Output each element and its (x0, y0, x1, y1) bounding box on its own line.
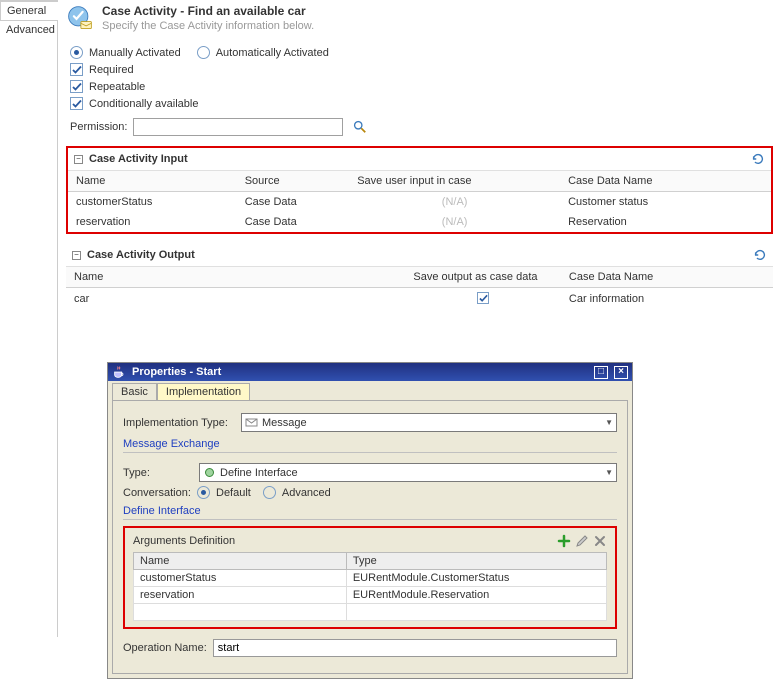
label-manual: Manually Activated (89, 47, 181, 59)
permission-input[interactable] (133, 118, 343, 136)
nav-advanced[interactable]: Advanced (0, 21, 57, 39)
refresh-output-icon[interactable] (753, 248, 767, 262)
col-source: Source (237, 171, 349, 192)
tab-basic[interactable]: Basic (112, 383, 157, 400)
checkbox-save-output[interactable] (477, 292, 489, 304)
table-row[interactable]: reservation Case Data (N/A) Reservation (68, 212, 771, 232)
page-title: Case Activity - Find an available car (102, 4, 314, 18)
table-row[interactable]: reservation EURentModule.Reservation (134, 587, 607, 604)
add-icon[interactable] (557, 534, 571, 548)
dialog-title: Properties - Start (132, 366, 588, 378)
delete-icon[interactable] (593, 534, 607, 548)
radio-conv-advanced[interactable] (263, 486, 276, 499)
args-col-type: Type (346, 553, 606, 570)
input-section-title: Case Activity Input (89, 153, 751, 165)
args-title: Arguments Definition (133, 535, 553, 547)
label-conditional: Conditionally available (89, 98, 198, 110)
checkbox-repeatable[interactable] (70, 80, 83, 93)
checkbox-required[interactable] (70, 63, 83, 76)
chevron-down-icon: ▼ (605, 468, 613, 477)
operation-name-input[interactable] (213, 639, 617, 657)
table-row[interactable] (134, 604, 607, 621)
case-activity-output-section: − Case Activity Output Name Save output … (66, 244, 773, 310)
case-activity-input-section: − Case Activity Input Name Source Save u… (66, 146, 773, 234)
label-define-interface: Define Interface (123, 505, 617, 517)
table-row[interactable]: customerStatus EURentModule.CustomerStat… (134, 570, 607, 587)
label-conversation: Conversation: (123, 487, 191, 499)
case-activity-icon (66, 4, 94, 32)
search-icon[interactable] (353, 120, 367, 134)
args-col-name: Name (134, 553, 347, 570)
maximize-button[interactable]: □ (594, 366, 608, 379)
refresh-input-icon[interactable] (751, 152, 765, 166)
java-icon (112, 365, 126, 379)
label-message-exchange: Message Exchange (123, 438, 617, 450)
arguments-definition-box: Arguments Definition Name Type customerS… (123, 526, 617, 629)
col-out-name: Name (66, 267, 405, 288)
chevron-down-icon: ▼ (605, 418, 613, 427)
label-repeatable: Repeatable (89, 81, 145, 93)
select-interface-type[interactable]: Define Interface ▼ (199, 463, 617, 482)
label-conv-advanced: Advanced (282, 487, 331, 499)
checkbox-conditional[interactable] (70, 97, 83, 110)
radio-conv-default[interactable] (197, 486, 210, 499)
properties-dialog: Properties - Start □ × Basic Implementat… (107, 362, 633, 679)
label-type: Type: (123, 467, 191, 479)
page-subtitle: Specify the Case Activity information be… (102, 20, 314, 32)
select-impl-type[interactable]: Message ▼ (241, 413, 617, 432)
collapse-input-toggle[interactable]: − (74, 155, 83, 164)
table-row[interactable]: customerStatus Case Data (N/A) Customer … (68, 192, 771, 213)
message-icon (245, 416, 258, 429)
tab-implementation[interactable]: Implementation (157, 383, 250, 400)
col-name: Name (68, 171, 237, 192)
nav-general[interactable]: General (0, 1, 58, 21)
label-impl-type: Implementation Type: (123, 417, 233, 429)
close-button[interactable]: × (614, 366, 628, 379)
col-save: Save user input in case (349, 171, 560, 192)
table-row[interactable]: car Car information (66, 288, 773, 310)
label-required: Required (89, 64, 134, 76)
radio-manually-activated[interactable] (70, 46, 83, 59)
dialog-titlebar[interactable]: Properties - Start □ × (108, 363, 632, 381)
edit-icon[interactable] (575, 534, 589, 548)
col-out-save: Save output as case data (405, 267, 561, 288)
col-casedata: Case Data Name (560, 171, 771, 192)
output-section-title: Case Activity Output (87, 249, 753, 261)
radio-automatically-activated[interactable] (197, 46, 210, 59)
label-auto: Automatically Activated (216, 47, 329, 59)
col-out-casedata: Case Data Name (561, 267, 773, 288)
label-operation-name: Operation Name: (123, 642, 207, 654)
label-conv-default: Default (216, 487, 251, 499)
collapse-output-toggle[interactable]: − (72, 251, 81, 260)
label-permission: Permission: (70, 121, 127, 133)
interface-icon (203, 466, 216, 479)
